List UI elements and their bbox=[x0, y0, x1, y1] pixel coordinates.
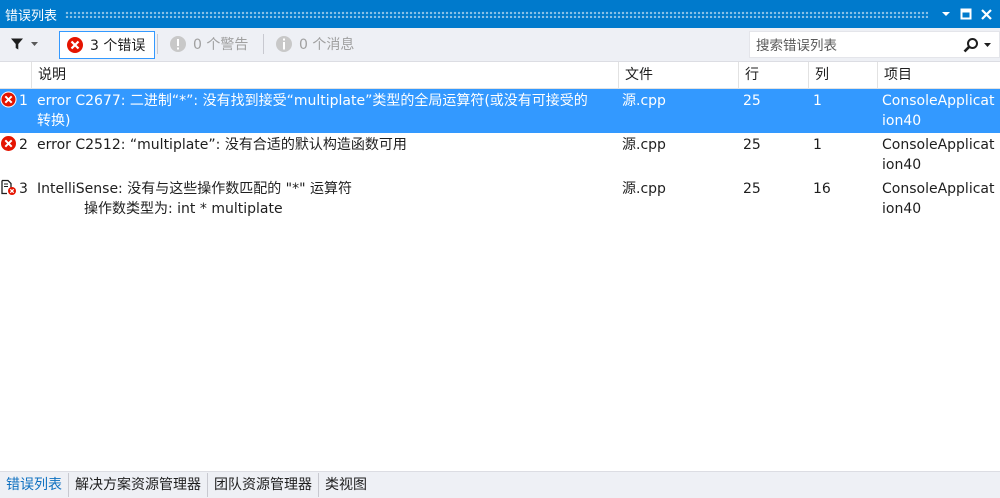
tab-class-view[interactable]: 类视图 bbox=[319, 473, 373, 497]
restore-window-icon bbox=[960, 8, 972, 20]
table-row[interactable]: 3 IntelliSense: 没有与这些操作数匹配的 "*" 运算符 操作数类… bbox=[0, 177, 1000, 221]
row-project: ConsoleApplication40 bbox=[882, 93, 995, 129]
info-icon bbox=[276, 36, 292, 52]
row-description-line1: error C2677: 二进制“*”: 没有找到接受“multiplate”类… bbox=[37, 93, 588, 109]
chevron-down-icon bbox=[31, 42, 38, 46]
messages-count-label: 0 个消息 bbox=[299, 37, 355, 53]
search-button[interactable] bbox=[963, 35, 997, 55]
row-project: ConsoleApplication40 bbox=[882, 181, 995, 217]
tab-solution-explorer[interactable]: 解决方案资源管理器 bbox=[69, 473, 208, 497]
column-header-description[interactable]: 说明 bbox=[32, 62, 619, 88]
error-circle-icon bbox=[0, 91, 17, 108]
row-description-line1: IntelliSense: 没有与这些操作数匹配的 "*" 运算符 bbox=[37, 181, 352, 197]
error-circle-icon bbox=[67, 37, 83, 53]
close-icon bbox=[980, 8, 992, 20]
bottom-tab-bar: 错误列表 解决方案资源管理器 团队资源管理器 类视图 bbox=[0, 471, 1000, 498]
intellisense-error-icon bbox=[1, 179, 16, 195]
row-project: ConsoleApplication40 bbox=[882, 137, 995, 173]
close-button[interactable] bbox=[976, 0, 996, 28]
row-description-line2: 操作数类型为: int * multiplate bbox=[84, 201, 283, 217]
row-line: 25 bbox=[743, 137, 761, 153]
row-file: 源.cpp bbox=[622, 181, 666, 197]
row-description: error C2677: 二进制“*”: 没有找到接受“multiplate”类… bbox=[37, 91, 615, 131]
filter-icon bbox=[11, 38, 23, 50]
column-header-project[interactable]: 项目 bbox=[878, 62, 1000, 88]
row-description-line2: 转换) bbox=[37, 113, 71, 129]
row-number: 2 bbox=[19, 137, 28, 153]
window-title: 错误列表 bbox=[5, 8, 58, 24]
search-input[interactable] bbox=[750, 32, 963, 59]
row-description: IntelliSense: 没有与这些操作数匹配的 "*" 运算符 操作数类型为… bbox=[37, 179, 615, 219]
toolbar-separator bbox=[157, 34, 158, 54]
row-file: 源.cpp bbox=[622, 93, 666, 109]
dropdown-button[interactable] bbox=[936, 0, 956, 28]
row-column: 16 bbox=[813, 181, 831, 197]
chevron-down-icon bbox=[984, 43, 991, 47]
tab-error-list[interactable]: 错误列表 bbox=[0, 473, 69, 497]
row-description: error C2512: “multiplate”: 没有合适的默认构造函数可用 bbox=[37, 137, 407, 153]
column-header-column[interactable]: 列 bbox=[809, 62, 878, 88]
warnings-filter-button[interactable]: 0 个警告 bbox=[163, 31, 254, 57]
row-file: 源.cpp bbox=[622, 137, 666, 153]
row-number: 1 bbox=[19, 93, 28, 109]
toolbar-separator bbox=[263, 34, 264, 54]
column-header-file[interactable]: 文件 bbox=[619, 62, 739, 88]
row-column: 1 bbox=[813, 137, 822, 153]
error-circle-icon bbox=[1, 136, 16, 151]
restore-button[interactable] bbox=[956, 0, 976, 28]
row-line: 25 bbox=[743, 93, 761, 109]
row-line: 25 bbox=[743, 181, 761, 197]
title-bar: 错误列表 bbox=[0, 0, 1000, 28]
chevron-down-icon bbox=[942, 12, 950, 16]
search-icon bbox=[963, 38, 978, 53]
toolbar: 3 个错误 0 个警告 0 个消息 bbox=[0, 28, 1000, 62]
messages-filter-button[interactable]: 0 个消息 bbox=[269, 31, 360, 57]
tab-team-explorer[interactable]: 团队资源管理器 bbox=[208, 473, 319, 497]
errors-count-label: 3 个错误 bbox=[90, 38, 146, 54]
row-column: 1 bbox=[813, 93, 822, 109]
table-row[interactable]: 2 error C2512: “multiplate”: 没有合适的默认构造函数… bbox=[0, 133, 1000, 177]
errors-filter-button[interactable]: 3 个错误 bbox=[59, 31, 155, 59]
search-box bbox=[749, 31, 1000, 59]
row-number: 3 bbox=[19, 181, 28, 197]
filter-button[interactable] bbox=[6, 33, 52, 55]
table-row[interactable]: 1 error C2677: 二进制“*”: 没有找到接受“multiplate… bbox=[0, 89, 1000, 133]
column-header-index[interactable] bbox=[0, 62, 32, 88]
warning-icon bbox=[170, 36, 186, 52]
column-header-row: 说明 文件 行 列 项目 bbox=[0, 62, 1000, 89]
warnings-count-label: 0 个警告 bbox=[193, 37, 249, 53]
title-grip[interactable] bbox=[65, 10, 928, 18]
column-header-line[interactable]: 行 bbox=[739, 62, 809, 88]
